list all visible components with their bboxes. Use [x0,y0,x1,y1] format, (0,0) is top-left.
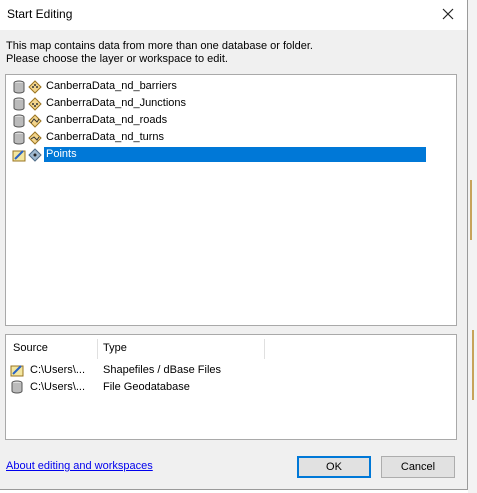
close-icon [442,8,454,20]
geodatabase-icon [10,380,24,394]
workspace-row[interactable]: C:\Users\... Shapefiles / dBase Files [10,361,221,378]
instruction-line-1: This map contains data from more than on… [6,40,313,52]
column-divider[interactable] [97,339,98,359]
start-editing-dialog: Start Editing This map contains data fro… [0,0,468,490]
layer-label: Points [44,147,426,162]
point-feature-class-icon [28,79,42,94]
layer-item[interactable]: CanberraData_nd_roads [12,112,169,129]
workspace-type: File Geodatabase [103,380,190,393]
layer-label: CanberraData_nd_Junctions [46,97,187,109]
layer-item[interactable]: CanberraData_nd_turns [12,129,166,146]
line-feature-class-icon [28,130,42,145]
layer-item-selected[interactable]: Points [12,146,426,163]
background-map-line [472,330,474,400]
shapefile-workspace-icon [10,363,24,377]
layer-label: CanberraData_nd_turns [46,131,165,143]
about-editing-link[interactable]: About editing and workspaces [6,460,153,472]
database-icon [12,97,26,111]
layer-label: CanberraData_nd_barriers [46,80,177,92]
column-header-source[interactable]: Source [13,339,48,357]
instruction-line-2: Please choose the layer or workspace to … [6,53,228,65]
database-icon [12,131,26,145]
column-divider[interactable] [264,339,265,359]
column-header-type[interactable]: Type [103,339,127,357]
background-map-line [470,180,472,240]
database-icon [12,114,26,128]
layer-label: CanberraData_nd_roads [46,114,168,126]
workspace-list[interactable]: Source Type C:\Users\... Shapefiles / dB… [5,334,457,440]
ok-button[interactable]: OK [297,456,371,478]
instruction-text: This map contains data from more than on… [6,40,313,66]
line-feature-class-icon [28,113,42,128]
point-feature-class-icon [28,96,42,111]
title-bar: Start Editing [0,0,467,30]
background-map-strip [468,0,477,493]
workspace-row[interactable]: C:\Users\... File Geodatabase [10,378,190,395]
close-button[interactable] [435,3,461,25]
dialog-title: Start Editing [7,7,73,21]
point-feature-class-icon [28,147,42,162]
cancel-button[interactable]: Cancel [381,456,455,478]
shapefile-workspace-icon [12,148,26,162]
layer-item[interactable]: CanberraData_nd_Junctions [12,95,188,112]
layer-item[interactable]: CanberraData_nd_barriers [12,78,179,95]
database-icon [12,80,26,94]
workspace-source: C:\Users\... [30,380,86,393]
layer-list[interactable]: CanberraData_nd_barriers CanberraData_nd… [5,74,457,326]
workspace-source: C:\Users\... [30,363,86,376]
workspace-type: Shapefiles / dBase Files [103,363,222,376]
